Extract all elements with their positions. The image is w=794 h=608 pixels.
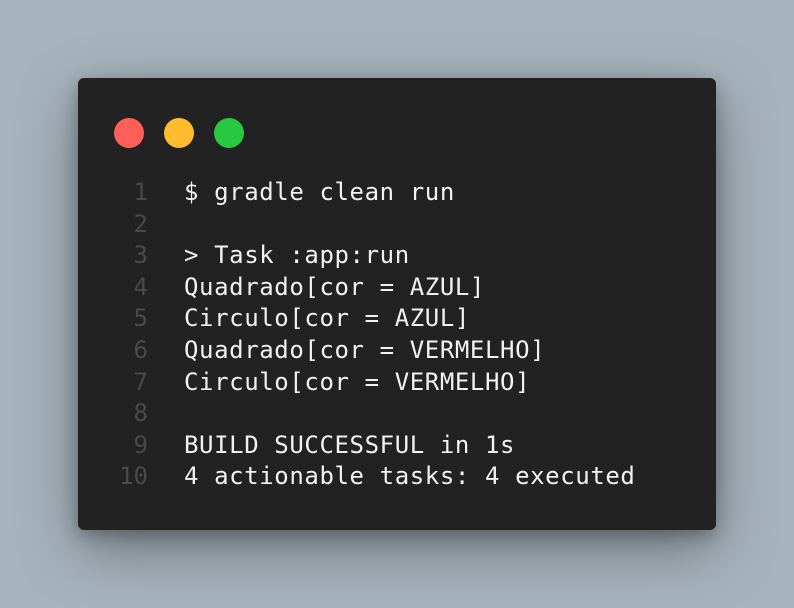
terminal-window: 1 $ gradle clean run 2 3 > Task :app:run… xyxy=(78,78,716,530)
code-line: 6 Quadrado[cor = VERMELHO] xyxy=(78,335,716,367)
line-number: 5 xyxy=(133,304,148,333)
line-number: 7 xyxy=(133,367,148,396)
line-text: Circulo[cor = AZUL] xyxy=(184,304,470,333)
code-line: 7 Circulo[cor = VERMELHO] xyxy=(78,367,716,399)
code-line: 4 Quadrado[cor = AZUL] xyxy=(78,272,716,304)
code-line: 5 Circulo[cor = AZUL] xyxy=(78,303,716,335)
line-text: Circulo[cor = VERMELHO] xyxy=(184,367,531,396)
line-number: 2 xyxy=(133,209,148,238)
line-text: Quadrado[cor = VERMELHO] xyxy=(184,335,546,364)
maximize-button[interactable] xyxy=(214,118,244,148)
line-text: Quadrado[cor = AZUL] xyxy=(184,272,485,301)
line-text: > Task :app:run xyxy=(184,241,410,270)
line-number: 6 xyxy=(133,335,148,364)
window-controls xyxy=(114,118,244,148)
line-number: 1 xyxy=(133,178,148,206)
code-line: 2 xyxy=(78,209,716,241)
line-text: $ gradle clean run xyxy=(184,178,455,206)
line-number: 8 xyxy=(133,399,148,428)
minimize-button[interactable] xyxy=(164,118,194,148)
line-number: 10 xyxy=(119,462,148,491)
code-line: 1 $ gradle clean run xyxy=(78,177,716,209)
line-number: 4 xyxy=(133,272,148,301)
line-number: 3 xyxy=(133,241,148,270)
code-line: 9 BUILD SUCCESSFUL in 1s xyxy=(78,430,716,462)
line-text: BUILD SUCCESSFUL in 1s xyxy=(184,430,516,459)
code-block: 1 $ gradle clean run 2 3 > Task :app:run… xyxy=(78,177,716,493)
line-text: 4 actionable tasks: 4 executed xyxy=(184,462,636,491)
line-number: 9 xyxy=(133,430,148,459)
close-button[interactable] xyxy=(114,118,144,148)
code-line: 10 4 actionable tasks: 4 executed xyxy=(78,461,716,493)
code-line: 3 > Task :app:run xyxy=(78,240,716,272)
code-line: 8 xyxy=(78,398,716,430)
